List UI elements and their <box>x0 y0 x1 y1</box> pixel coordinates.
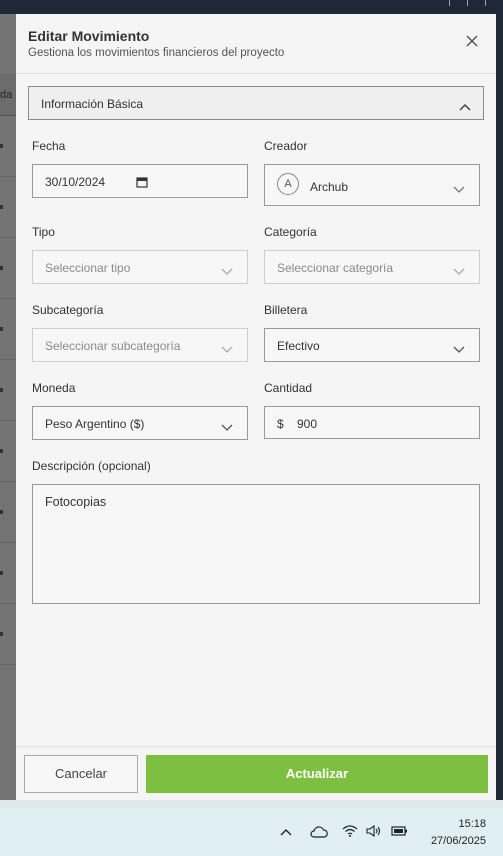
billetera-label: Billetera <box>264 303 308 317</box>
background-row <box>0 604 16 665</box>
chevron-up-icon[interactable] <box>280 824 292 842</box>
chevron-down-icon <box>221 263 233 281</box>
cantidad-value: 900 <box>297 417 318 431</box>
chevron-down-icon <box>453 341 465 359</box>
edit-movement-modal: Editar Movimiento Gestiona los movimient… <box>16 14 496 800</box>
billetera-value: Efectivo <box>277 339 320 353</box>
categoria-placeholder: Seleccionar categoría <box>277 261 394 275</box>
background-header-text: da <box>0 89 13 101</box>
cloud-icon[interactable] <box>310 825 328 843</box>
cantidad-input[interactable]: $ 900 <box>264 406 480 439</box>
background-row <box>0 238 16 299</box>
window-edge <box>496 14 503 800</box>
avatar: A <box>277 173 299 195</box>
billetera-select[interactable]: Efectivo <box>264 328 480 362</box>
wifi-icon[interactable] <box>342 824 358 842</box>
section-title: Información Básica <box>41 97 144 111</box>
creador-label: Creador <box>264 139 308 153</box>
tipo-select[interactable]: Seleccionar tipo <box>32 250 248 284</box>
moneda-value: Peso Argentino ($) <box>45 417 145 431</box>
chevron-down-icon <box>221 419 233 437</box>
tipo-placeholder: Seleccionar tipo <box>45 261 131 275</box>
moneda-select[interactable]: Peso Argentino ($) <box>32 406 248 440</box>
subcategoria-placeholder: Seleccionar subcategoría <box>45 339 181 353</box>
creador-value: Archub <box>310 180 349 194</box>
descripcion-textarea[interactable]: Fotocopias <box>32 484 480 604</box>
update-button[interactable]: Actualizar <box>146 755 488 793</box>
clock-time[interactable]: 15:18 <box>456 818 486 830</box>
modal-subtitle: Gestiona los movimientos financieros del… <box>28 47 285 59</box>
topbar-icons <box>449 0 493 8</box>
clock-date[interactable]: 27/06/2025 <box>420 835 486 847</box>
background-row <box>0 177 16 238</box>
calendar-icon[interactable] <box>136 175 148 193</box>
descripcion-label: Descripción (opcional) <box>32 459 151 473</box>
subcategoria-select[interactable]: Seleccionar subcategoría <box>32 328 248 362</box>
topbar-icon[interactable] <box>485 0 493 6</box>
fecha-label: Fecha <box>32 139 66 153</box>
background-row <box>0 543 16 604</box>
background-row <box>0 299 16 360</box>
topbar-icon[interactable] <box>449 0 457 6</box>
subcategoria-label: Subcategoría <box>32 303 104 317</box>
categoria-label: Categoría <box>264 225 317 239</box>
background-row <box>0 116 16 177</box>
speaker-icon[interactable] <box>366 824 382 842</box>
app-topbar <box>0 0 503 14</box>
topbar-icon[interactable] <box>467 0 475 6</box>
background-row <box>0 482 16 543</box>
section-basic-info-toggle[interactable]: Información Básica <box>28 86 484 120</box>
fecha-value: 30/10/2024 <box>45 175 106 189</box>
background-row <box>0 360 16 421</box>
chevron-down-icon <box>221 341 233 359</box>
tipo-label: Tipo <box>32 225 55 239</box>
taskbar: 15:18 27/06/2025 <box>0 808 503 856</box>
background-page: da <box>0 14 16 800</box>
descripcion-value: Fotocopias <box>45 495 107 509</box>
modal-header: Editar Movimiento Gestiona los movimient… <box>16 14 496 74</box>
chevron-down-icon <box>453 263 465 281</box>
currency-symbol: $ <box>277 417 284 431</box>
creador-select[interactable]: A Archub <box>264 164 480 206</box>
moneda-label: Moneda <box>32 381 76 395</box>
modal-title: Editar Movimiento <box>28 28 150 44</box>
modal-footer: Cancelar Actualizar <box>16 746 496 800</box>
background-table-header: da <box>0 74 16 116</box>
categoria-select[interactable]: Seleccionar categoría <box>264 250 480 284</box>
cantidad-label: Cantidad <box>264 381 313 395</box>
chevron-up-icon <box>459 98 471 116</box>
fecha-input[interactable]: 30/10/2024 <box>32 164 248 198</box>
battery-icon[interactable] <box>390 824 408 842</box>
close-icon[interactable] <box>464 34 480 50</box>
chevron-down-icon <box>453 181 465 199</box>
background-row <box>0 421 16 482</box>
cancel-button[interactable]: Cancelar <box>24 755 138 793</box>
